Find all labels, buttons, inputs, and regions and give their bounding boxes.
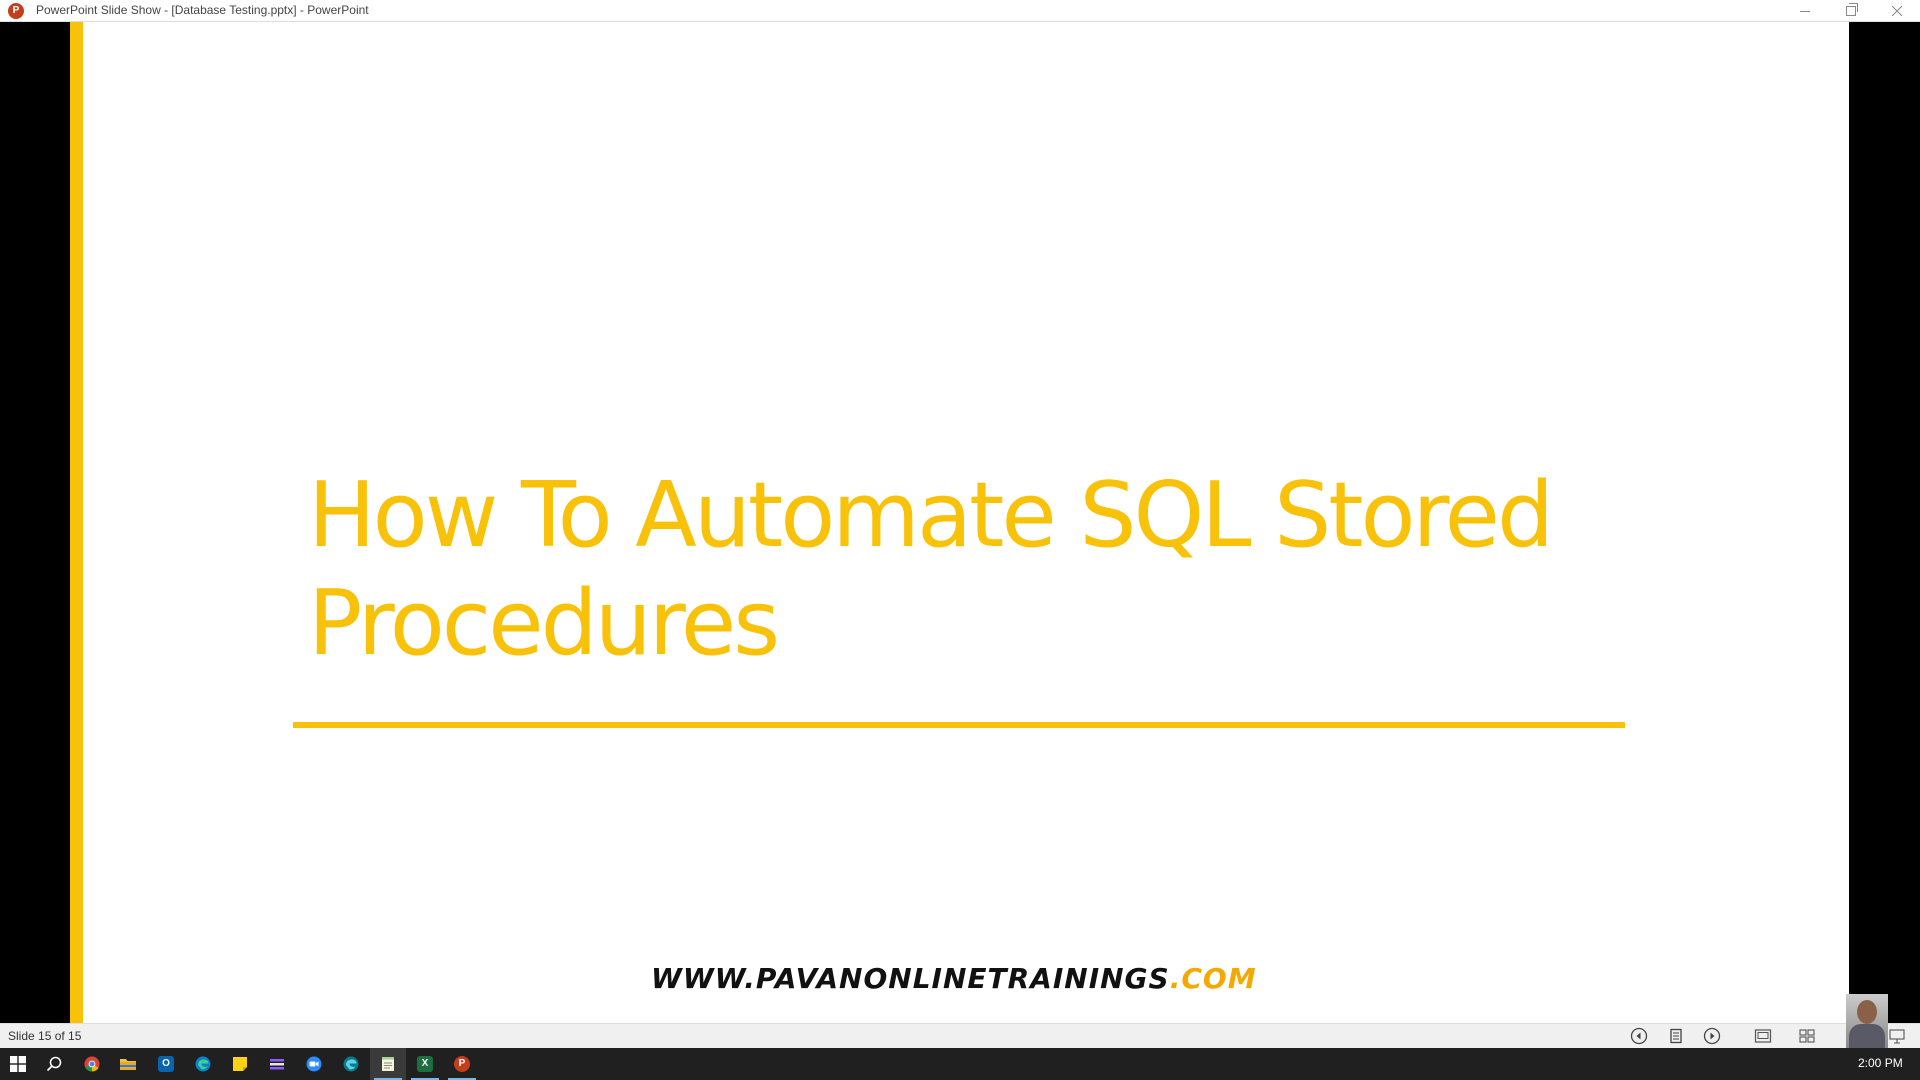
taskbar-powerpoint[interactable]: P (444, 1048, 480, 1080)
zoom-icon (306, 1056, 322, 1072)
windows-logo-icon (10, 1056, 26, 1072)
presenter-view-icon (1889, 1029, 1905, 1044)
start-button[interactable] (0, 1048, 36, 1080)
next-slide-button[interactable] (1703, 1027, 1721, 1045)
window-title-bar: P PowerPoint Slide Show - [Database Test… (0, 0, 1920, 22)
website-extension: .COM (1169, 962, 1257, 995)
slides-list-icon (1670, 1028, 1682, 1044)
presenter-body (1849, 1024, 1885, 1048)
minimize-button[interactable] (1782, 0, 1828, 22)
powerpoint-icon: P (454, 1056, 470, 1072)
slide-counter: Slide 15 of 15 (8, 1029, 82, 1043)
slide-title-line-2: Procedures (308, 571, 780, 676)
search-button[interactable] (36, 1048, 72, 1080)
slide-title-line-1: How To Automate SQL Stored (308, 463, 1554, 568)
normal-view-icon (1754, 1029, 1772, 1043)
powerpoint-app-icon: P (8, 3, 24, 19)
taskbar-file-explorer[interactable] (110, 1048, 146, 1080)
slide-title: How To Automate SQL Stored Procedures (308, 462, 1608, 678)
taskbar-edge-dev[interactable] (333, 1048, 369, 1080)
presenter-webcam-overlay (1846, 994, 1888, 1048)
slide-canvas[interactable]: How To Automate SQL Stored Procedures WW… (70, 22, 1849, 1023)
taskbar-excel[interactable]: X (407, 1048, 443, 1080)
presenter-head (1857, 1000, 1877, 1024)
slide-sorter-button[interactable] (1798, 1027, 1816, 1045)
excel-icon: X (417, 1056, 433, 1072)
normal-view-button[interactable] (1754, 1027, 1772, 1045)
sticky-notes-icon (233, 1057, 247, 1071)
restore-button[interactable] (1828, 0, 1874, 22)
website-footer: WWW.PAVANONLINETRAININGS.COM (651, 962, 1257, 995)
close-icon (1892, 6, 1902, 16)
taskbar-edge[interactable] (185, 1048, 221, 1080)
edge-dev-icon (343, 1056, 359, 1072)
taskbar-clock[interactable]: 2:00 PM (1858, 1056, 1903, 1070)
search-icon (46, 1056, 62, 1072)
presenter-view-button[interactable] (1888, 1027, 1906, 1045)
slideshow-status-bar: Slide 15 of 15 (0, 1023, 1920, 1048)
app-bars-icon (270, 1059, 284, 1070)
previous-slide-button[interactable] (1630, 1027, 1648, 1045)
taskbar-app[interactable] (259, 1048, 295, 1080)
edge-icon (195, 1056, 211, 1072)
next-arrow-icon (1703, 1027, 1721, 1045)
taskbar-outlook[interactable]: O (148, 1048, 184, 1080)
previous-arrow-icon (1630, 1027, 1648, 1045)
see-all-slides-button[interactable] (1667, 1027, 1685, 1045)
outlook-icon: O (158, 1056, 174, 1072)
close-button[interactable] (1874, 0, 1920, 22)
slide-accent-bar (70, 22, 83, 1023)
slide-sorter-icon (1799, 1029, 1815, 1043)
chrome-icon (84, 1056, 100, 1072)
folder-icon (120, 1059, 136, 1070)
notepad-icon (382, 1057, 394, 1071)
taskbar-zoom[interactable] (296, 1048, 332, 1080)
title-underline (293, 722, 1625, 728)
taskbar-sticky-notes[interactable] (222, 1048, 258, 1080)
minimize-icon (1800, 10, 1810, 12)
taskbar-chrome[interactable] (74, 1048, 110, 1080)
windows-taskbar: O X P (0, 1048, 1920, 1080)
taskbar-notepad[interactable] (370, 1048, 406, 1080)
restore-icon (1846, 3, 1858, 16)
window-title: PowerPoint Slide Show - [Database Testin… (36, 3, 369, 17)
website-domain: WWW.PAVANONLINETRAININGS (651, 962, 1170, 995)
